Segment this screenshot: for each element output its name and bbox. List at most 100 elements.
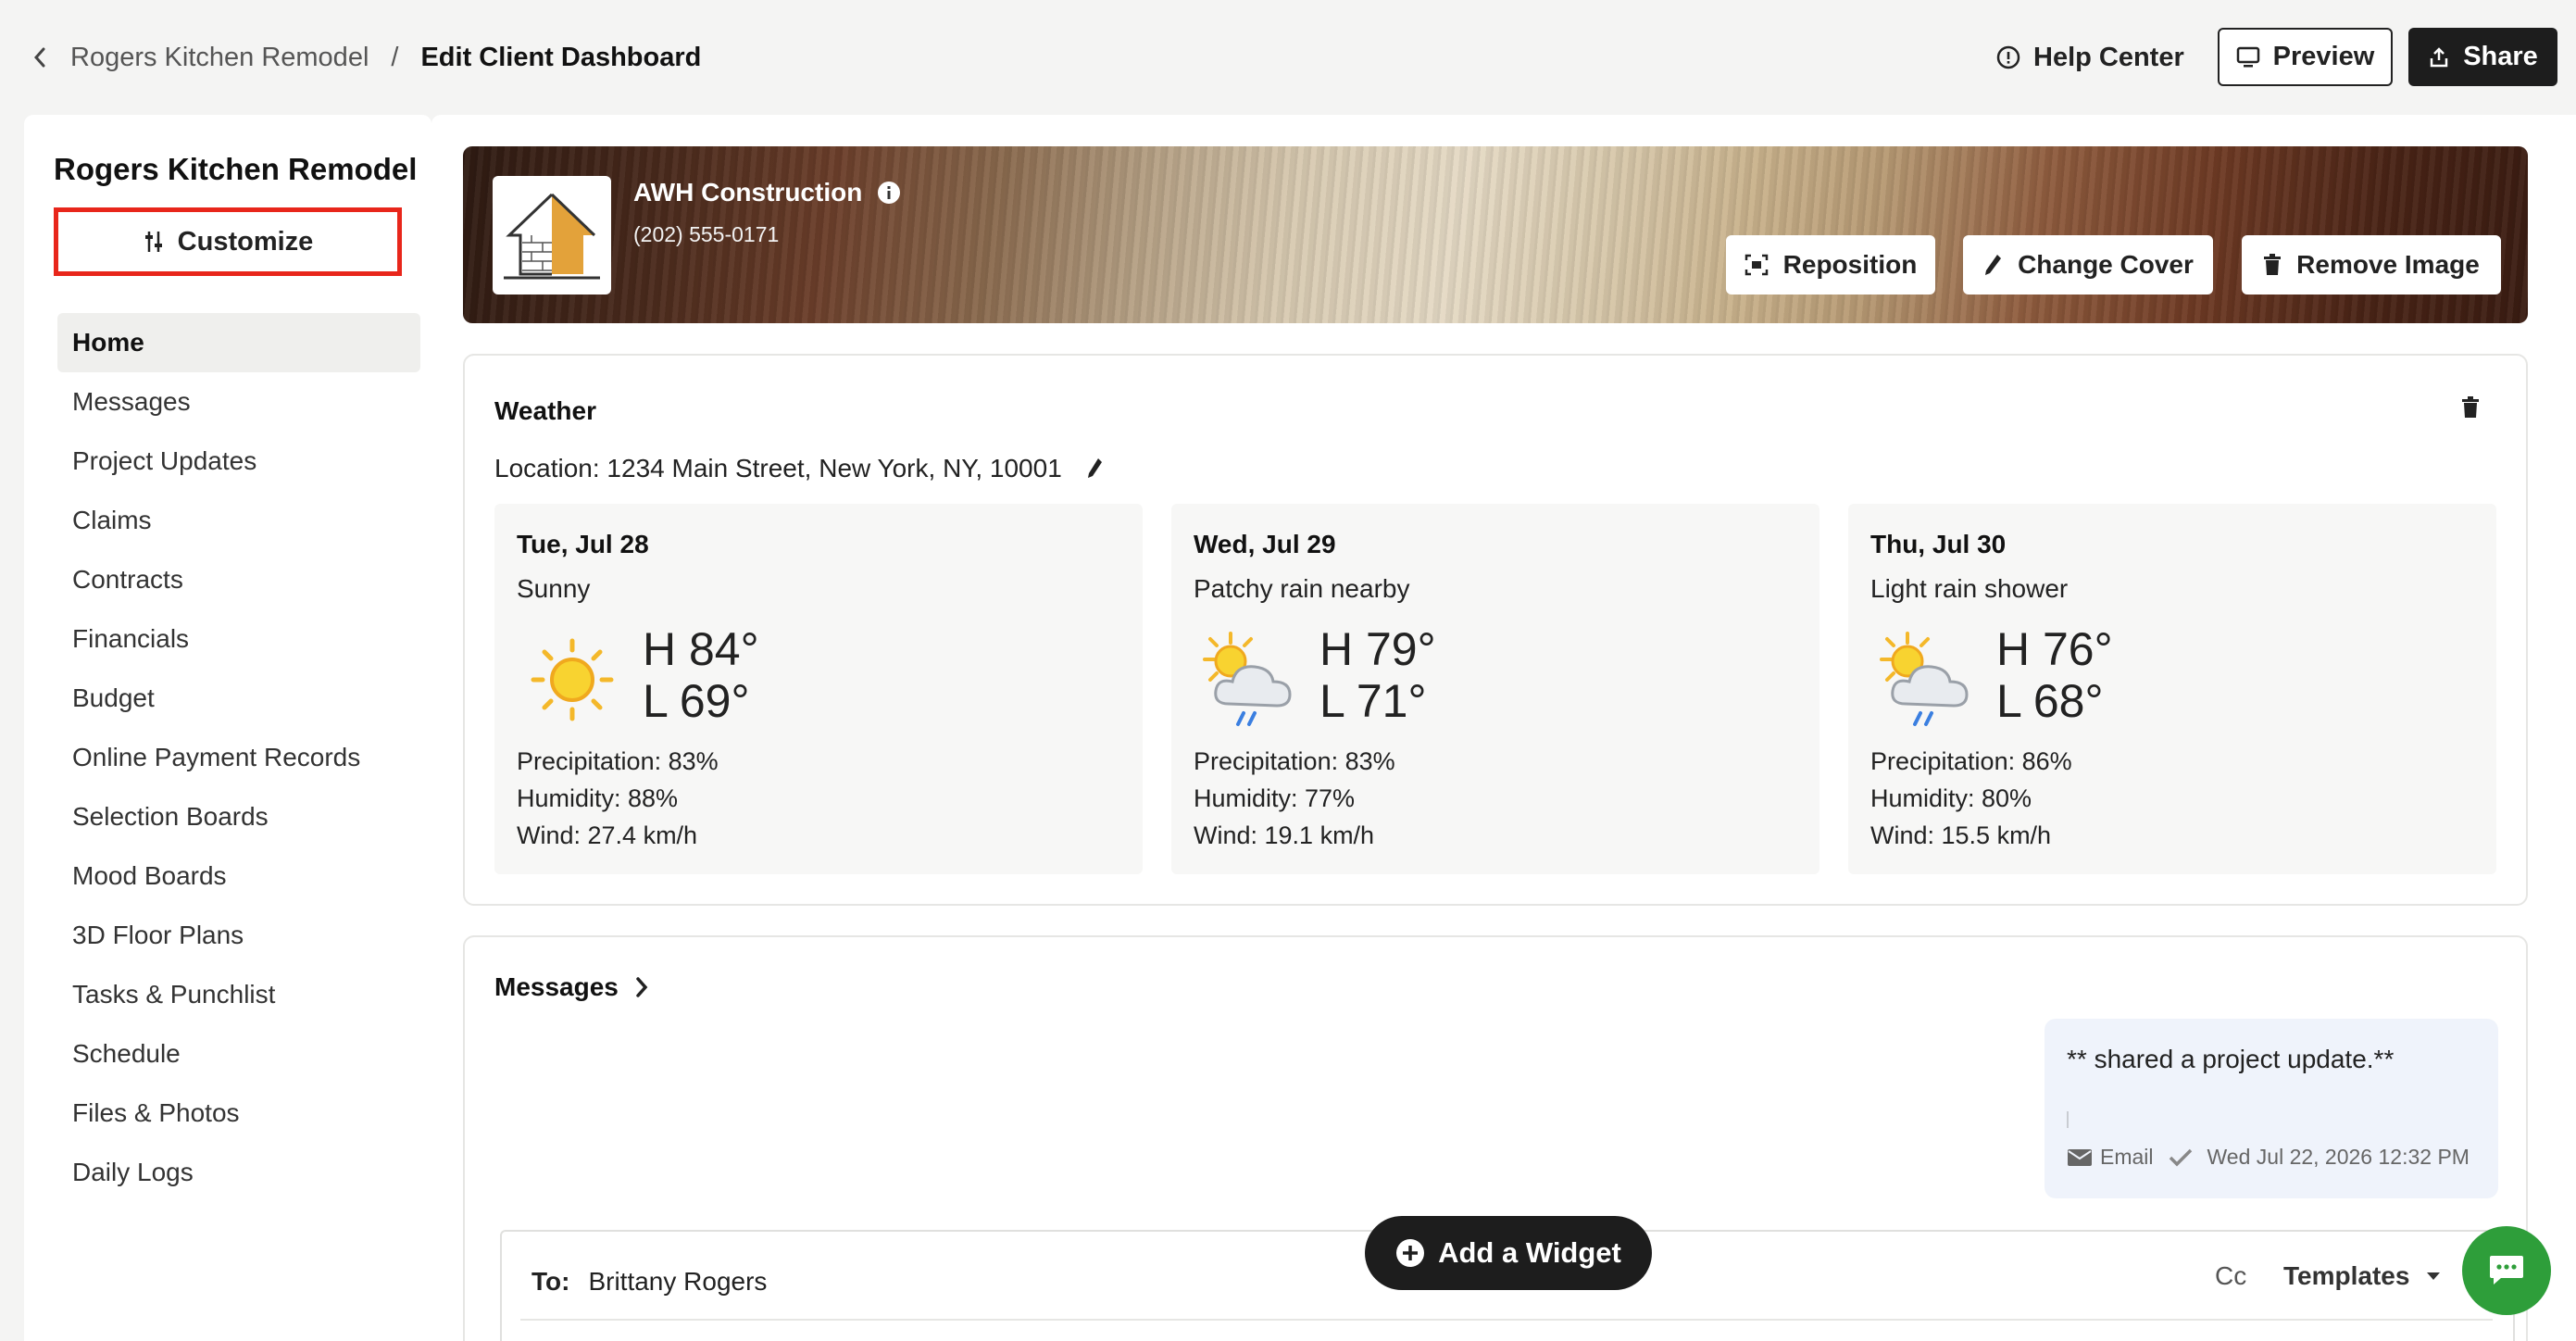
sidebar-item-project-updates[interactable]: Project Updates <box>57 432 420 491</box>
back-chevron-icon[interactable] <box>33 37 57 78</box>
sidebar-item-3d-floor-plans[interactable]: 3D Floor Plans <box>57 906 420 965</box>
weather-high: H 84° <box>643 623 759 675</box>
sidebar-item-budget[interactable]: Budget <box>57 669 420 728</box>
customize-label: Customize <box>177 226 314 257</box>
messages-title-link[interactable]: Messages <box>494 972 648 1002</box>
remove-image-label: Remove Image <box>2296 250 2480 279</box>
weather-condition: Sunny <box>517 574 591 603</box>
reposition-icon <box>1744 254 1768 276</box>
weather-wind: Wind: 19.1 km/h <box>1194 821 1375 849</box>
preview-button[interactable]: Preview <box>2218 28 2393 86</box>
weather-widget: Weather Location: 1234 Main Street, New … <box>463 354 2528 906</box>
help-center-link[interactable]: Help Center <box>1996 37 2184 78</box>
weather-day-card: Wed, Jul 29 Patchy rain nearby H 79° L 7… <box>1171 504 1819 874</box>
weather-location: Location: 1234 Main Street, New York, NY… <box>494 454 1103 483</box>
sidebar-item-selection-boards[interactable]: Selection Boards <box>57 787 420 846</box>
chevron-right-icon <box>636 977 648 997</box>
sidebar-item-daily-logs[interactable]: Daily Logs <box>57 1143 420 1202</box>
edit-location-pencil-icon[interactable] <box>1086 457 1103 480</box>
sidebar-item-mood-boards[interactable]: Mood Boards <box>57 846 420 906</box>
weather-delete-icon[interactable] <box>2461 396 2480 423</box>
weather-day-card: Tue, Jul 28 Sunny H 84° L 69° Precipitat… <box>494 504 1143 874</box>
sidebar-nav: Home Messages Project Updates Claims Con… <box>57 313 420 1202</box>
monitor-icon <box>2236 46 2259 67</box>
weather-day-card: Thu, Jul 30 Light rain shower H 76° L 68… <box>1848 504 2496 874</box>
weather-wind: Wind: 27.4 km/h <box>517 821 698 849</box>
top-bar: Rogers Kitchen Remodel / Edit Client Das… <box>0 0 2576 115</box>
caret-down-icon <box>2427 1272 2441 1280</box>
breadcrumb-parent[interactable]: Rogers Kitchen Remodel <box>70 43 369 73</box>
weather-high: H 76° <box>1996 623 2113 675</box>
envelope-icon <box>2068 1148 2092 1166</box>
sidebar-item-tasks-punchlist[interactable]: Tasks & Punchlist <box>57 965 420 1024</box>
pencil-icon <box>1985 255 2002 275</box>
message-meta: Email Wed Jul 22, 2026 12:32 PM <box>2067 1145 2470 1170</box>
message-channel: Email <box>2100 1145 2154 1169</box>
weather-high: H 79° <box>1319 623 1436 675</box>
recipient-field[interactable]: To: Brittany Rogers <box>531 1267 767 1297</box>
chat-bubble-icon <box>2490 1256 2523 1285</box>
cover-banner: AWH Construction (202) 555-0171 Repositi… <box>463 146 2528 323</box>
breadcrumb-separator: / <box>391 42 399 72</box>
chat-button[interactable] <box>2462 1226 2551 1315</box>
share-button[interactable]: Share <box>2408 28 2557 86</box>
reposition-button[interactable]: Reposition <box>1726 235 1935 295</box>
sidebar-item-files-photos[interactable]: Files & Photos <box>57 1084 420 1143</box>
weather-precipitation: Precipitation: 86% <box>1870 747 2072 775</box>
help-center-label: Help Center <box>2033 42 2184 72</box>
cc-toggle[interactable]: Cc <box>2215 1261 2246 1291</box>
sidebar-item-claims[interactable]: Claims <box>57 491 420 550</box>
sidebar-item-messages[interactable]: Messages <box>57 372 420 432</box>
weather-low: L 68° <box>1996 675 2104 727</box>
add-widget-button[interactable]: Add a Widget <box>1365 1216 1652 1290</box>
breadcrumb: Rogers Kitchen Remodel / Edit Client Das… <box>33 37 701 78</box>
weather-title: Weather <box>494 396 596 425</box>
weather-humidity: Humidity: 77% <box>1194 784 1356 812</box>
preview-label: Preview <box>2272 42 2375 71</box>
checkmark-icon <box>2169 1148 2192 1166</box>
to-label: To: <box>531 1267 570 1296</box>
sidebar-item-schedule[interactable]: Schedule <box>57 1024 420 1084</box>
weather-stats: Precipitation: 86% Humidity: 80% Wind: 1… <box>1870 743 2072 854</box>
company-phone: (202) 555-0171 <box>633 222 780 246</box>
message-divider <box>2067 1111 2069 1128</box>
remove-image-button[interactable]: Remove Image <box>2242 235 2501 295</box>
weather-humidity: Humidity: 80% <box>1870 784 2032 812</box>
sidebar-project-title: Rogers Kitchen Remodel <box>54 152 418 186</box>
templates-dropdown[interactable]: Templates <box>2283 1261 2441 1291</box>
plus-circle-icon <box>1396 1239 1425 1267</box>
weather-date: Wed, Jul 29 <box>1194 530 1336 558</box>
sidebar-item-online-payment-records[interactable]: Online Payment Records <box>57 728 420 787</box>
templates-label: Templates <box>2283 1261 2410 1290</box>
sidebar-item-contracts[interactable]: Contracts <box>57 550 420 609</box>
info-icon[interactable] <box>877 181 901 205</box>
weather-precipitation: Precipitation: 83% <box>517 747 719 775</box>
sidebar: Rogers Kitchen Remodel Customize Home Me… <box>24 115 431 1341</box>
sidebar-item-financials[interactable]: Financials <box>57 609 420 669</box>
share-label: Share <box>2463 42 2538 71</box>
breadcrumb-current: Edit Client Dashboard <box>420 42 702 72</box>
customize-button[interactable]: Customize <box>54 207 402 276</box>
sliders-icon <box>144 232 162 252</box>
weather-date: Thu, Jul 30 <box>1870 530 2007 558</box>
reposition-label: Reposition <box>1782 250 1918 279</box>
sun-icon <box>517 624 628 735</box>
message-timestamp: Wed Jul 22, 2026 12:32 PM <box>2207 1145 2470 1169</box>
weather-stats: Precipitation: 83% Humidity: 88% Wind: 2… <box>517 743 719 854</box>
message-text: ** shared a project update.** <box>2067 1045 2395 1073</box>
weather-precipitation: Precipitation: 83% <box>1194 747 1395 775</box>
sidebar-item-home[interactable]: Home <box>57 313 420 372</box>
weather-humidity: Humidity: 88% <box>517 784 679 812</box>
change-cover-label: Change Cover <box>2018 250 2194 279</box>
info-circle-icon <box>1996 45 2020 69</box>
add-widget-label: Add a Widget <box>1438 1236 1621 1269</box>
messages-title: Messages <box>494 972 619 1001</box>
weather-wind: Wind: 15.5 km/h <box>1870 821 2052 849</box>
weather-low: L 71° <box>1319 675 1427 727</box>
weather-location-text: Location: 1234 Main Street, New York, NY… <box>494 454 1062 483</box>
sun-cloud-rain-icon <box>1194 624 1305 735</box>
company-name-text: AWH Construction <box>633 178 863 207</box>
company-logo <box>493 176 611 295</box>
change-cover-button[interactable]: Change Cover <box>1963 235 2213 295</box>
composer-divider <box>520 1319 2493 1321</box>
